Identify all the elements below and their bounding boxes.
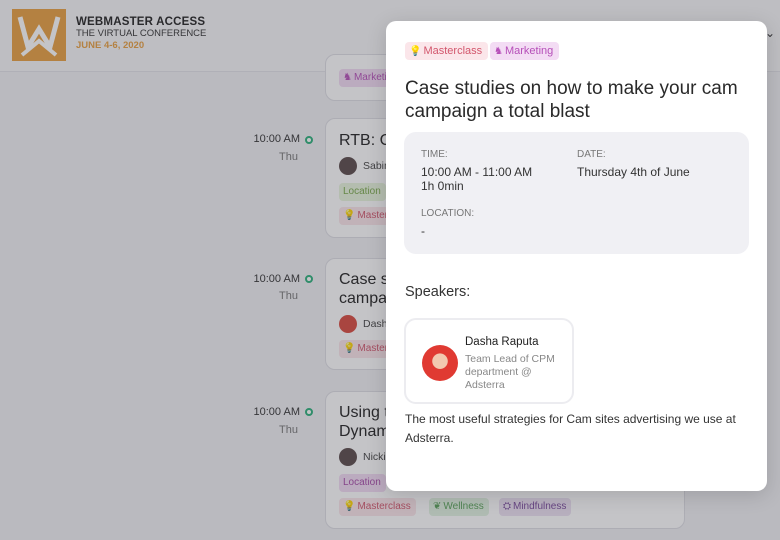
lightbulb-icon: 💡 [409,46,422,57]
tag-marketing[interactable]: ♞ Marketing [490,42,560,60]
date-label: DATE: [577,149,606,160]
tag-label: Marketing [504,45,554,57]
avatar [422,345,458,381]
location-value: - [421,224,425,238]
event-title: Case studies on how to make your cam cam… [405,78,738,122]
speaker-name: Dasha Raputa [465,336,539,348]
event-description: The most useful strategies for Cam sites… [405,412,736,445]
tag-label: Masterclass [423,45,483,57]
date-value: Thursday 4th of June [577,165,690,179]
speaker-card[interactable]: Dasha Raputa Team Lead of CPM department… [404,318,574,404]
time-value: 10:00 AM - 11:00 AM [421,165,533,179]
tag-masterclass[interactable]: 💡 Masterclass [405,42,489,60]
location-label: LOCATION: [421,208,475,219]
event-detail-modal: 💡 Masterclass ♞ Marketing Case studies on … [386,21,767,491]
event-info-box: TIME: 10:00 AM - 11:00 AM 1h 0min DATE: … [404,132,749,254]
unicorn-icon: ♞ [494,46,503,57]
duration-value: 1h 0min [421,179,464,193]
time-label: TIME: [421,149,448,160]
speakers-heading: Speakers: [405,284,471,300]
speaker-role: Team Lead of CPM department @ Adsterra [465,353,555,391]
